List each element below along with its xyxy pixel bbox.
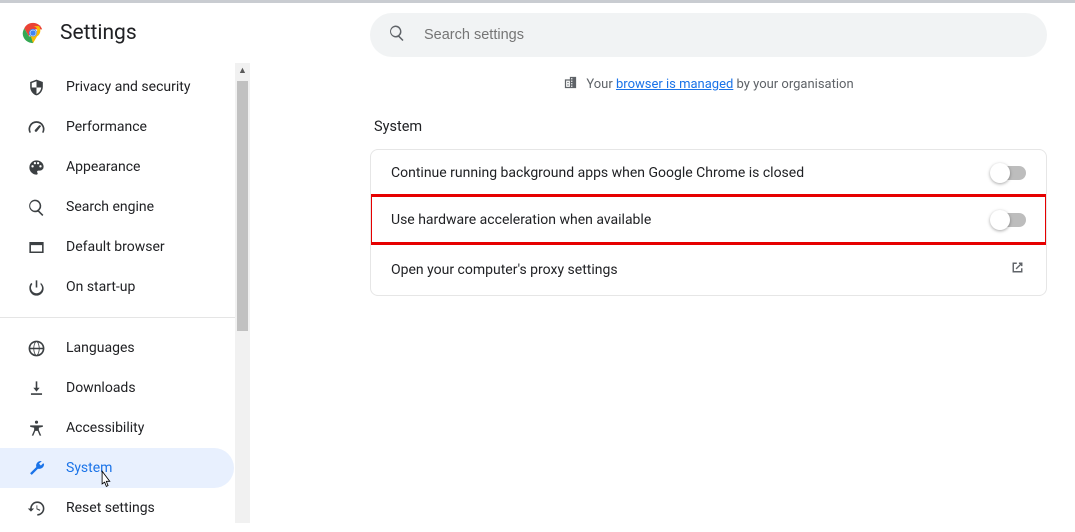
sidebar-item-privacy[interactable]: Privacy and security xyxy=(0,67,234,107)
sidebar-item-appearance[interactable]: Appearance xyxy=(0,147,234,187)
speedometer-icon xyxy=(26,117,46,137)
sidebar: Settings Privacy and security Performanc… xyxy=(0,3,250,532)
sidebar-item-performance[interactable]: Performance xyxy=(0,107,234,147)
section-title: System xyxy=(370,118,1047,135)
sidebar-item-label: Default browser xyxy=(66,239,165,255)
sidebar-item-label: Search engine xyxy=(66,199,154,215)
managed-link[interactable]: browser is managed xyxy=(616,77,733,92)
sidebar-item-label: Languages xyxy=(66,340,135,356)
browser-icon xyxy=(26,237,46,257)
shield-icon xyxy=(26,77,46,97)
managed-notice: Your browser is managed by your organisa… xyxy=(370,75,1047,94)
external-link-icon xyxy=(1009,259,1026,280)
main-content: Your browser is managed by your organisa… xyxy=(250,3,1075,532)
sidebar-item-label: Reset settings xyxy=(66,500,155,516)
sidebar-item-label: Performance xyxy=(66,119,147,135)
setting-background-apps[interactable]: Continue running background apps when Go… xyxy=(371,150,1046,196)
search-input[interactable] xyxy=(424,27,1029,43)
setting-label: Continue running background apps when Go… xyxy=(391,165,804,181)
sidebar-scrollbar[interactable]: ▲ xyxy=(235,63,250,523)
sidebar-item-accessibility[interactable]: Accessibility xyxy=(0,408,234,448)
restore-icon xyxy=(26,498,46,518)
globe-icon xyxy=(26,338,46,358)
system-card: Continue running background apps when Go… xyxy=(370,149,1047,296)
toggle-off[interactable] xyxy=(992,213,1026,227)
managed-prefix: Your xyxy=(586,77,616,92)
building-icon xyxy=(563,75,578,94)
nav-divider xyxy=(0,317,250,318)
sidebar-item-system[interactable]: System xyxy=(0,448,234,488)
sidebar-item-label: Downloads xyxy=(66,380,136,396)
palette-icon xyxy=(26,157,46,177)
sidebar-item-label: Privacy and security xyxy=(66,79,190,95)
nav-group-2: Languages Downloads Accessibility System… xyxy=(0,328,250,528)
sidebar-item-startup[interactable]: On start-up xyxy=(0,267,234,307)
scrollbar-thumb[interactable] xyxy=(237,81,248,331)
sidebar-item-label: Appearance xyxy=(66,159,140,175)
sidebar-item-label: System xyxy=(66,460,112,476)
managed-suffix: by your organisation xyxy=(733,77,853,92)
sidebar-item-languages[interactable]: Languages xyxy=(0,328,234,368)
sidebar-item-search-engine[interactable]: Search engine xyxy=(0,187,234,227)
sidebar-item-label: Accessibility xyxy=(66,420,144,436)
wrench-icon xyxy=(26,458,46,478)
setting-proxy[interactable]: Open your computer's proxy settings xyxy=(371,243,1046,295)
sidebar-item-default-browser[interactable]: Default browser xyxy=(0,227,234,267)
chrome-logo-icon xyxy=(22,22,44,44)
accessibility-icon xyxy=(26,418,46,438)
sidebar-header: Settings xyxy=(0,21,250,45)
nav-group-1: Privacy and security Performance Appeara… xyxy=(0,67,250,307)
setting-label: Use hardware acceleration when available xyxy=(391,212,651,228)
search-icon xyxy=(26,197,46,217)
search-bar[interactable] xyxy=(370,13,1047,57)
search-icon xyxy=(388,24,406,46)
sidebar-item-label: On start-up xyxy=(66,279,135,295)
page-title: Settings xyxy=(60,21,137,45)
power-icon xyxy=(26,277,46,297)
setting-label: Open your computer's proxy settings xyxy=(391,262,618,278)
sidebar-item-reset[interactable]: Reset settings xyxy=(0,488,234,528)
toggle-off[interactable] xyxy=(992,166,1026,180)
download-icon xyxy=(26,378,46,398)
sidebar-item-downloads[interactable]: Downloads xyxy=(0,368,234,408)
scrollbar-up-icon[interactable]: ▲ xyxy=(235,63,250,78)
setting-hardware-acceleration[interactable]: Use hardware acceleration when available xyxy=(371,196,1046,243)
